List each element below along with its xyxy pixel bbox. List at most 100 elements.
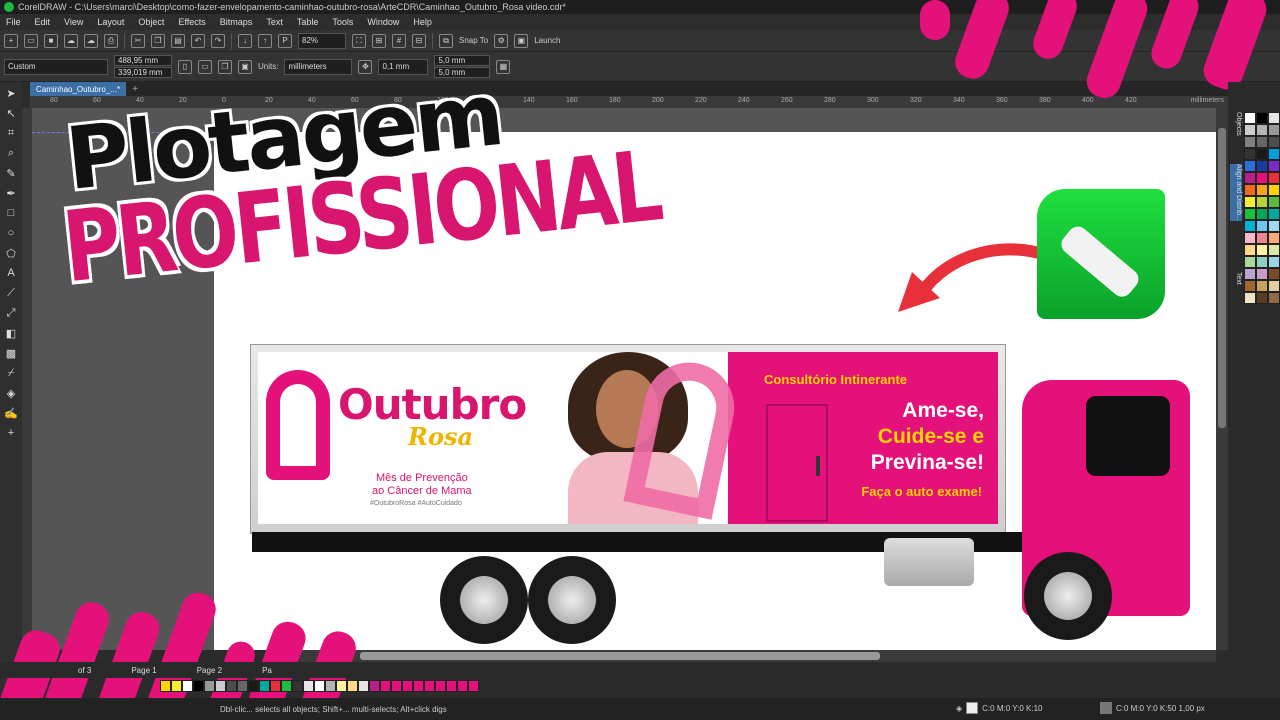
page-height-field[interactable]: 339,019 mm [114, 67, 172, 78]
color-swatch[interactable] [1244, 280, 1256, 292]
color-swatch[interactable] [1268, 112, 1280, 124]
zoom-level-select[interactable]: 82% [298, 32, 346, 49]
page-width-field[interactable]: 488,95 mm [114, 55, 172, 66]
page-tab-2[interactable]: Page 2 [197, 666, 222, 675]
document-color-swatch[interactable] [259, 680, 270, 692]
paste-icon[interactable]: ▤ [171, 33, 185, 48]
document-color-swatch[interactable] [336, 680, 347, 692]
cut-icon[interactable]: ✂ [131, 33, 145, 48]
artistic-media-icon[interactable]: ✒ [4, 186, 18, 200]
crop-tool-icon[interactable]: ⌗ [4, 126, 18, 140]
menu-object[interactable]: Object [138, 17, 164, 27]
open-folder-icon[interactable]: ▭ [24, 33, 38, 48]
color-swatch[interactable] [1256, 268, 1268, 280]
eyedropper-icon[interactable]: ⌿ [4, 366, 18, 380]
color-swatch[interactable] [1244, 112, 1256, 124]
pick-tool-icon[interactable]: ➤ [4, 86, 18, 100]
color-swatch[interactable] [1256, 280, 1268, 292]
menu-bitmaps[interactable]: Bitmaps [220, 17, 253, 27]
color-swatch[interactable] [1268, 268, 1280, 280]
color-swatch[interactable] [1244, 184, 1256, 196]
show-rulers-icon[interactable]: ⊞ [372, 33, 386, 48]
new-tab-icon[interactable]: + [132, 84, 138, 95]
new-document-icon[interactable]: + [4, 33, 18, 48]
document-color-swatch[interactable] [391, 680, 402, 692]
menu-layout[interactable]: Layout [97, 17, 124, 27]
add-tool-icon[interactable]: + [4, 426, 18, 440]
align-docker-tab[interactable]: Align and Distrib... [1230, 164, 1242, 221]
document-color-swatch[interactable] [193, 680, 204, 692]
document-color-swatch[interactable] [292, 680, 303, 692]
scroll-thumb[interactable] [1218, 128, 1226, 428]
color-swatch[interactable] [1244, 256, 1256, 268]
document-color-swatch[interactable] [369, 680, 380, 692]
document-color-swatch[interactable] [435, 680, 446, 692]
all-pages-icon[interactable]: ❐ [218, 59, 232, 74]
document-color-swatch[interactable] [457, 680, 468, 692]
page-tab-3[interactable]: Pa [262, 666, 272, 675]
page-size-select[interactable]: Custom [4, 58, 108, 75]
document-color-swatch[interactable] [215, 680, 226, 692]
color-swatch[interactable] [1244, 208, 1256, 220]
document-tab[interactable]: Caminhao_Outubro_...* [30, 82, 127, 96]
parallel-dimension-icon[interactable]: ⟋ [4, 286, 18, 300]
outline-status[interactable]: C:0 M:0 Y:0 K:50 1,00 px [1100, 702, 1205, 714]
vertical-ruler[interactable] [22, 108, 32, 668]
color-swatch[interactable] [1268, 292, 1280, 304]
color-swatch[interactable] [1244, 292, 1256, 304]
color-swatch[interactable] [1256, 136, 1268, 148]
document-color-swatch[interactable] [380, 680, 391, 692]
connector-tool-icon[interactable]: ⤢ [4, 306, 18, 320]
document-color-swatch[interactable] [358, 680, 369, 692]
cloud-download-icon[interactable]: ☁ [84, 33, 98, 48]
menu-window[interactable]: Window [367, 17, 399, 27]
document-color-swatch[interactable] [303, 680, 314, 692]
document-color-swatch[interactable] [468, 680, 479, 692]
show-guides-icon[interactable]: ⊟ [412, 33, 426, 48]
color-swatch[interactable] [1268, 232, 1280, 244]
smart-fill-icon[interactable]: ✍ [4, 406, 18, 420]
menu-help[interactable]: Help [413, 17, 432, 27]
document-color-swatch[interactable] [270, 680, 281, 692]
page-tab-1[interactable]: Page 1 [131, 666, 156, 675]
text-tool-icon[interactable]: A [4, 266, 18, 280]
copy-icon[interactable]: ❐ [151, 33, 165, 48]
shape-tool-icon[interactable]: ↖ [4, 106, 18, 120]
redo-icon[interactable]: ↷ [211, 33, 225, 48]
color-swatch[interactable] [1256, 148, 1268, 160]
color-swatch[interactable] [1256, 220, 1268, 232]
color-swatch[interactable] [1244, 196, 1256, 208]
polygon-tool-icon[interactable]: ⬠ [4, 246, 18, 260]
document-color-swatch[interactable] [182, 680, 193, 692]
text-docker-tab[interactable]: Text [1230, 272, 1242, 285]
transparency-icon[interactable]: ▩ [4, 346, 18, 360]
document-color-swatch[interactable] [446, 680, 457, 692]
scroll-thumb[interactable] [360, 652, 880, 660]
color-swatch[interactable] [1244, 232, 1256, 244]
color-swatch[interactable] [1268, 256, 1280, 268]
color-swatch[interactable] [1256, 172, 1268, 184]
interactive-fill-icon[interactable]: ◈ [4, 386, 18, 400]
save-icon[interactable]: ■ [44, 33, 58, 48]
color-swatch[interactable] [1256, 208, 1268, 220]
menu-effects[interactable]: Effects [178, 17, 205, 27]
color-swatch[interactable] [1256, 292, 1268, 304]
color-swatch[interactable] [1268, 280, 1280, 292]
import-icon[interactable]: ↓ [238, 33, 252, 48]
document-color-swatch[interactable] [237, 680, 248, 692]
units-select[interactable]: millimeters [284, 58, 353, 75]
document-color-swatch[interactable] [248, 680, 259, 692]
current-page-icon[interactable]: ▣ [238, 59, 252, 74]
document-color-swatch[interactable] [314, 680, 325, 692]
options-gear-icon[interactable]: ⚙ [494, 33, 509, 48]
color-swatch[interactable] [1256, 232, 1268, 244]
color-swatch[interactable] [1268, 148, 1280, 160]
menu-view[interactable]: View [64, 17, 83, 27]
duplicate-x-field[interactable]: 5,0 mm [434, 55, 491, 66]
menu-tools[interactable]: Tools [332, 17, 353, 27]
document-color-swatch[interactable] [402, 680, 413, 692]
zoom-tool-icon[interactable]: ⌕ [4, 146, 18, 160]
color-swatch[interactable] [1244, 160, 1256, 172]
menu-edit[interactable]: Edit [35, 17, 51, 27]
color-swatch[interactable] [1244, 172, 1256, 184]
